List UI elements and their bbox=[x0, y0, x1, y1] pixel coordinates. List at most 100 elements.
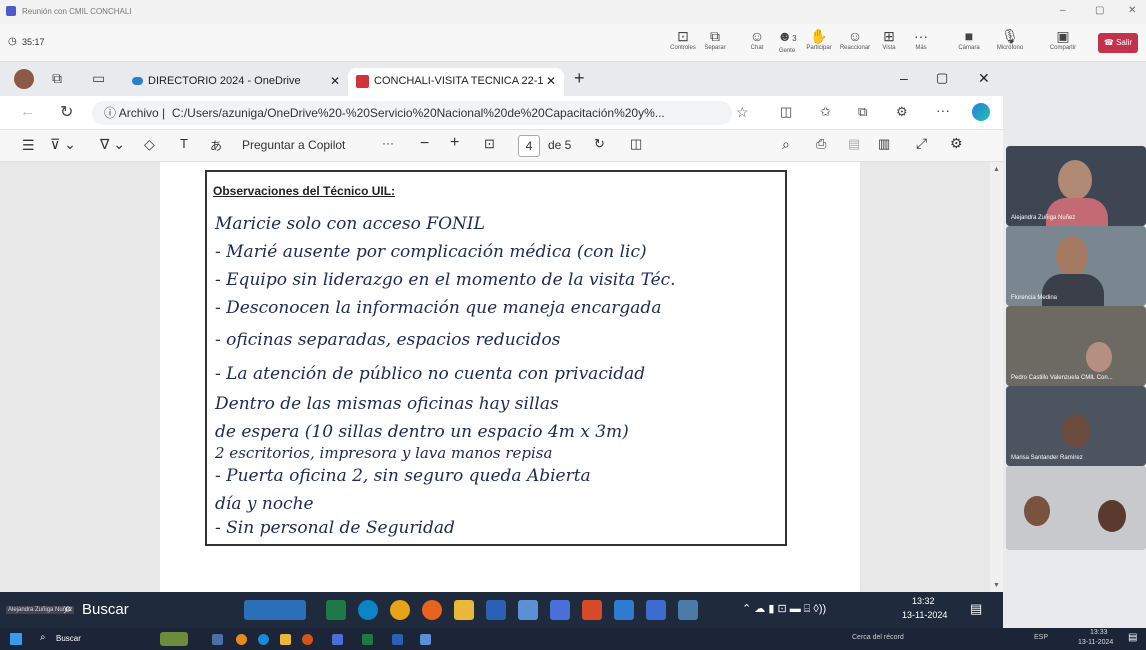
react-button[interactable]: ☺ Reaccionar bbox=[838, 27, 872, 59]
share-icon: ▣ bbox=[1056, 28, 1070, 44]
share-button[interactable]: ▣ Compartir bbox=[1042, 27, 1084, 59]
read-aloud-icon[interactable]: あ bbox=[210, 137, 222, 154]
chrome-icon[interactable] bbox=[390, 600, 410, 620]
address-text: C:/Users/azuniga/OneDrive%20-%20Servicio… bbox=[171, 106, 665, 120]
new-tab-button[interactable]: + bbox=[574, 68, 585, 89]
teams-icon[interactable] bbox=[550, 600, 570, 620]
network-icon[interactable] bbox=[518, 600, 538, 620]
host-explorer-icon[interactable] bbox=[280, 634, 291, 645]
host-teams-icon[interactable] bbox=[332, 634, 343, 645]
pdf-scrollbar[interactable]: ▲ ▼ bbox=[990, 162, 1003, 592]
host-app-icon[interactable] bbox=[420, 634, 431, 645]
camera-button[interactable]: ■ Cámara bbox=[952, 27, 986, 59]
address-field[interactable]: ⓘ Archivo | C:/Users/azuniga/OneDrive%20… bbox=[92, 101, 732, 125]
chat-button[interactable]: ☺ Chat bbox=[740, 27, 774, 59]
teams-maximize-button[interactable]: ▢ bbox=[1095, 5, 1104, 16]
text-icon[interactable]: T bbox=[180, 136, 188, 151]
host-notification-icon[interactable]: ▤ bbox=[1128, 632, 1137, 643]
copilot-icon[interactable] bbox=[972, 103, 990, 121]
rotate-icon[interactable]: ↻ bbox=[594, 136, 605, 152]
store-icon[interactable] bbox=[614, 600, 634, 620]
people-button[interactable]: ☻3 Gente bbox=[770, 27, 804, 59]
close-tab-icon[interactable]: ✕ bbox=[546, 68, 556, 94]
fullscreen-icon[interactable]: ⤢ bbox=[916, 135, 927, 152]
scroll-up-icon[interactable]: ▲ bbox=[993, 166, 1000, 173]
close-tab-icon[interactable]: ✕ bbox=[330, 68, 340, 94]
teams-close-button[interactable]: ✕ bbox=[1128, 5, 1136, 16]
windows-start-icon[interactable] bbox=[10, 633, 22, 645]
zoom-in-button[interactable]: + bbox=[450, 134, 459, 152]
maximize-button[interactable]: ▢ bbox=[936, 70, 948, 86]
notification-icon[interactable]: ▤ bbox=[970, 601, 982, 617]
host-excel-icon[interactable] bbox=[362, 634, 373, 645]
more-button[interactable]: ··· Más bbox=[904, 27, 938, 59]
tab-conchali-visita[interactable]: CONCHALI-VISITA TECNICA 22-1 ✕ bbox=[348, 68, 564, 96]
word-icon[interactable] bbox=[486, 600, 506, 620]
extensions-icon[interactable]: ⚙ bbox=[896, 104, 908, 120]
participant-tile[interactable]: Pedro Castillo Valenzuela CMIL Con... bbox=[1006, 306, 1146, 386]
pop-out-button[interactable]: ⧉ Separar bbox=[698, 27, 732, 59]
host-chrome-icon[interactable] bbox=[236, 634, 247, 645]
tab-directorio[interactable]: DIRECTORIO 2024 - OneDrive ✕ bbox=[122, 68, 348, 96]
shared-browser-window: ⧉ ▭ DIRECTORIO 2024 - OneDrive ✕ CONCHAL… bbox=[0, 62, 1003, 592]
participant-tile[interactable]: Florencia Medina bbox=[1006, 226, 1146, 306]
teams-logo-icon bbox=[6, 6, 16, 16]
minimize-button[interactable]: – bbox=[900, 70, 908, 86]
page-view-icon[interactable]: ◫ bbox=[630, 136, 642, 152]
fit-page-icon[interactable]: ⊡ bbox=[484, 136, 495, 152]
profile-avatar[interactable] bbox=[14, 69, 34, 89]
raise-hand-button[interactable]: ✋ Participar bbox=[802, 27, 836, 59]
taskbar-search[interactable]: Buscar bbox=[82, 601, 129, 618]
contents-icon[interactable]: ☰ bbox=[22, 137, 35, 154]
mic-button[interactable]: 🎙 Micrófono bbox=[990, 27, 1030, 59]
print-icon[interactable]: ⎙ bbox=[816, 136, 826, 152]
firefox-icon[interactable] bbox=[422, 600, 442, 620]
powerpoint-icon[interactable] bbox=[582, 600, 602, 620]
erase-icon[interactable]: ◇ bbox=[144, 136, 155, 153]
edge-icon[interactable] bbox=[358, 600, 378, 620]
participant-tile[interactable]: Marisa Santander Ramírez bbox=[1006, 386, 1146, 466]
calculator-icon[interactable] bbox=[678, 600, 698, 620]
collections-icon[interactable]: ⧉ bbox=[858, 104, 867, 120]
copilot-ask-button[interactable]: Preguntar a Copilot bbox=[242, 138, 345, 152]
refresh-icon[interactable]: ↻ bbox=[60, 102, 73, 122]
settings-menu-icon[interactable]: ··· bbox=[936, 102, 950, 118]
search-icon[interactable]: ⌕ bbox=[64, 600, 72, 617]
view-button[interactable]: ⊞ Vista bbox=[872, 27, 906, 59]
controls-button[interactable]: ⊡ Controles bbox=[666, 27, 700, 59]
back-icon[interactable]: ← bbox=[20, 103, 35, 120]
tray-icons[interactable]: ⌃ ☁ ▮ ⊡ ▬ ⌸ ◊)) bbox=[742, 602, 826, 616]
pdf-search-icon[interactable]: ⌕ bbox=[782, 136, 790, 153]
tab-actions-icon[interactable]: ▭ bbox=[92, 70, 105, 87]
page-number-input[interactable]: 4 bbox=[518, 135, 540, 157]
participant-tile[interactable] bbox=[1006, 466, 1146, 550]
close-window-button[interactable]: ✕ bbox=[978, 70, 990, 87]
scroll-down-icon[interactable]: ▼ bbox=[993, 582, 1000, 589]
save-icon[interactable]: ▤ bbox=[848, 136, 860, 152]
split-screen-icon[interactable]: ◫ bbox=[780, 104, 792, 120]
leave-button[interactable]: ☎ Salir bbox=[1098, 33, 1138, 53]
widget-icon[interactable] bbox=[244, 600, 306, 620]
host-search-icon[interactable]: ⌕ bbox=[40, 632, 46, 643]
excel-icon[interactable] bbox=[326, 600, 346, 620]
pdf-settings-icon[interactable]: ⚙ bbox=[950, 135, 963, 152]
pop-out-icon: ⧉ bbox=[710, 28, 720, 44]
workspaces-icon[interactable]: ⧉ bbox=[52, 70, 62, 87]
pdf-more-button[interactable]: ··· bbox=[382, 136, 394, 150]
save-as-icon[interactable]: ▥ bbox=[878, 136, 890, 152]
favorites-icon[interactable]: ✩ bbox=[820, 104, 831, 120]
zoom-out-button[interactable]: − bbox=[420, 135, 429, 153]
host-firefox-icon[interactable] bbox=[302, 634, 313, 645]
file-explorer-icon[interactable] bbox=[454, 600, 474, 620]
outlook-icon[interactable] bbox=[646, 600, 666, 620]
host-edge-icon[interactable] bbox=[258, 634, 269, 645]
host-taskview-icon[interactable] bbox=[212, 634, 223, 645]
highlight-icon[interactable]: ⊽ ⌄ bbox=[50, 136, 76, 153]
host-search[interactable]: Buscar bbox=[56, 634, 81, 643]
favorite-star-icon[interactable]: ☆ bbox=[736, 104, 749, 121]
draw-icon[interactable]: ∇ ⌄ bbox=[100, 136, 125, 153]
participant-tile[interactable]: Alejandra Zuñiga Nuñez bbox=[1006, 146, 1146, 226]
host-widget-icon[interactable] bbox=[160, 632, 188, 646]
teams-minimize-button[interactable]: – bbox=[1060, 5, 1066, 16]
host-word-icon[interactable] bbox=[392, 634, 403, 645]
